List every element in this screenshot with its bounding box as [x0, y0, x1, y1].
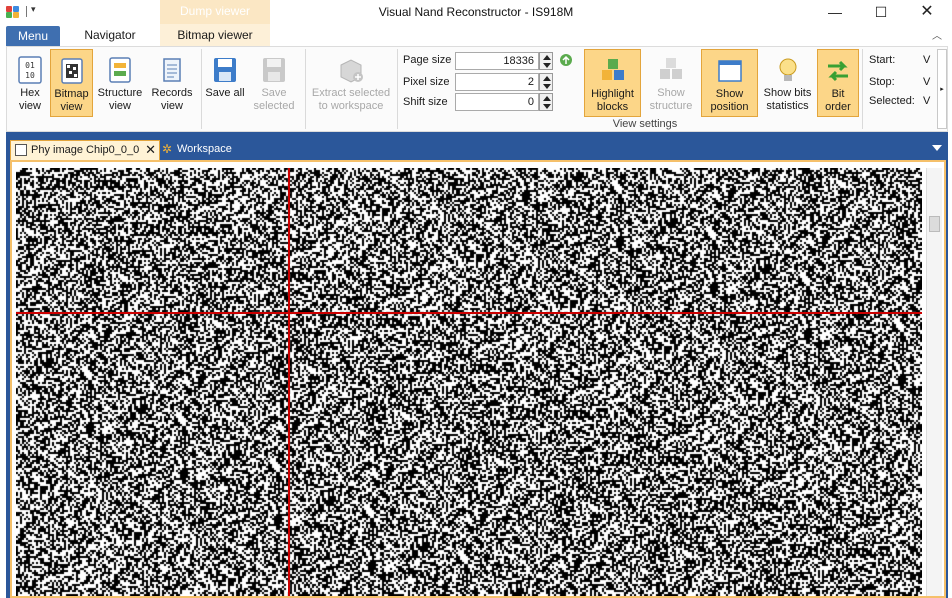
lightbulb-icon [779, 58, 796, 81]
show-bits-statistics-label: Show bits statistics [763, 87, 812, 112]
position-crosshair-vertical [288, 168, 290, 596]
highlight-blocks-icon [601, 59, 624, 80]
save-selected-label: Save selected [253, 87, 295, 112]
tab-phy-image[interactable]: Phy image Chip0_0_0 ✕ [10, 140, 160, 160]
show-structure-label: Show structure [649, 87, 693, 112]
svg-text:01: 01 [25, 61, 35, 70]
quick-access-separator [26, 6, 27, 17]
pixel-size-input[interactable]: 2 [455, 73, 539, 91]
view-settings-group-label: View settings [612, 118, 678, 130]
records-view-icon [163, 58, 181, 82]
minimize-button[interactable]: — [812, 0, 858, 24]
quick-access-dropdown-icon[interactable]: ▾ [31, 4, 36, 15]
hex-view-button[interactable]: 01 10 Hex view [11, 49, 49, 117]
structure-view-label: Structure view [97, 87, 143, 112]
tab-phy-image-label: Phy image Chip0_0_0 [31, 144, 140, 156]
auto-page-size-icon[interactable] [558, 52, 574, 68]
save-all-button[interactable]: Save all [205, 49, 245, 117]
bitmap-viewer-panel [10, 160, 946, 598]
stop-label: Stop: [869, 76, 895, 88]
contextual-tab-group-label: Dump viewer [160, 0, 270, 24]
structure-view-icon [109, 57, 131, 83]
stop-value: V [923, 76, 931, 88]
ribbon-separator [862, 49, 863, 129]
start-value: V [923, 54, 931, 66]
structure-view-button[interactable]: Structure view [95, 49, 145, 117]
app-icon[interactable] [6, 6, 20, 18]
swap-arrows-icon [828, 60, 848, 82]
show-position-label: Show position [710, 88, 749, 113]
window-title: Visual Nand Reconstructor - IS918M [378, 5, 574, 19]
extract-label: Extract selected to workspace [311, 87, 391, 112]
bitmap-noise-canvas[interactable] [16, 168, 922, 596]
page-size-input[interactable]: 18336 [455, 52, 539, 70]
ribbon-tab-row: Menu Navigator Bitmap viewer ︿ [0, 24, 952, 47]
save-all-label: Save all [205, 87, 245, 99]
gear-icon: ✲ [162, 142, 173, 156]
ribbon: 01 10 Hex view Bitmap view Structure vie… [6, 46, 948, 132]
show-structure-icon [660, 58, 682, 79]
bitmap-view-label: Bitmap view [54, 88, 89, 113]
tab-bitmap-viewer[interactable]: Bitmap viewer [160, 24, 270, 46]
shift-size-input[interactable]: 0 [455, 93, 539, 111]
show-position-button[interactable]: Show position [701, 49, 758, 117]
extract-icon [340, 59, 363, 83]
extract-to-workspace-button[interactable]: Extract selected to workspace [309, 49, 393, 117]
scrollbar-thumb[interactable] [929, 216, 940, 232]
selected-value: V [923, 95, 931, 107]
pixel-size-label: Pixel size [403, 76, 450, 88]
tab-navigator[interactable]: Navigator [78, 24, 142, 46]
pixel-size-spinner[interactable] [539, 73, 553, 91]
save-selected-button[interactable]: Save selected [249, 49, 299, 117]
records-view-button[interactable]: Records view [147, 49, 197, 117]
tab-list-dropdown-icon[interactable] [932, 145, 942, 151]
document-tab-bar: Phy image Chip0_0_0 ✕ ✲ Workspace [6, 138, 948, 160]
maximize-button[interactable]: ☐ [858, 0, 904, 24]
selected-label: Selected: [869, 95, 915, 107]
phy-image-icon [15, 144, 27, 156]
ribbon-scroll-button[interactable]: ▸ [937, 49, 947, 129]
close-tab-icon[interactable]: ✕ [145, 141, 156, 159]
ribbon-separator [305, 49, 306, 129]
hex-view-label: Hex view [18, 87, 41, 112]
bit-order-label: Bit order [825, 88, 851, 113]
highlight-blocks-label: Highlight blocks [591, 88, 634, 113]
start-label: Start: [869, 54, 896, 66]
ribbon-separator [201, 49, 202, 129]
page-size-label: Page size [403, 54, 452, 66]
shift-size-label: Shift size [403, 96, 448, 108]
show-position-icon [717, 60, 742, 82]
highlight-blocks-button[interactable]: Highlight blocks [584, 49, 641, 117]
bit-order-button[interactable]: Bit order [817, 49, 859, 117]
tab-workspace[interactable]: ✲ Workspace [160, 140, 250, 160]
save-selected-icon [263, 58, 285, 82]
bitmap-view-button[interactable]: Bitmap view [50, 49, 93, 117]
position-crosshair-horizontal [16, 312, 922, 314]
document-area: Phy image Chip0_0_0 ✕ ✲ Workspace [6, 132, 948, 598]
collapse-ribbon-icon[interactable]: ︿ [932, 27, 942, 42]
records-view-label: Records view [151, 87, 193, 112]
show-structure-button[interactable]: Show structure [645, 49, 697, 117]
shift-size-spinner[interactable] [539, 93, 553, 111]
bitmap-view-icon [60, 58, 83, 84]
page-size-spinner[interactable] [539, 52, 553, 70]
hex-view-icon: 01 10 [18, 56, 42, 84]
vertical-scrollbar[interactable] [926, 168, 942, 596]
svg-text:10: 10 [25, 71, 35, 80]
title-bar: ▾ Dump viewer Visual Nand Reconstructor … [0, 0, 952, 24]
menu-tab[interactable]: Menu [6, 26, 60, 47]
save-all-icon [214, 58, 236, 82]
tab-workspace-label: Workspace [177, 143, 232, 155]
ribbon-separator [397, 49, 398, 129]
close-window-button[interactable]: ✕ [904, 0, 950, 24]
show-bits-statistics-button[interactable]: Show bits statistics [760, 49, 815, 117]
